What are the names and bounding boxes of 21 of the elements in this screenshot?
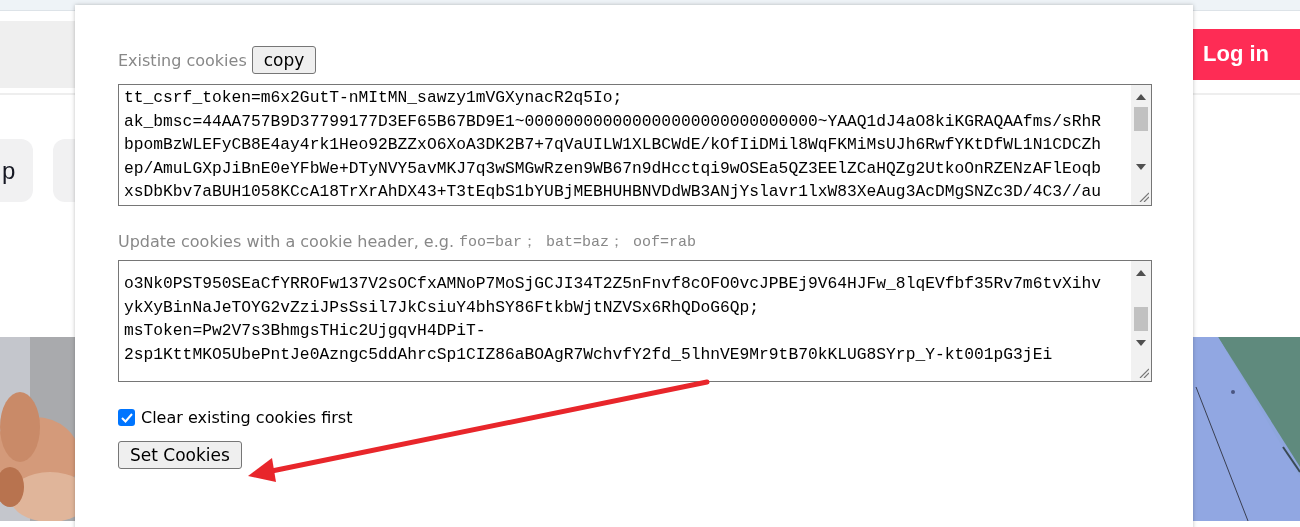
- scroll-down-icon[interactable]: [1136, 164, 1146, 170]
- scrollbar[interactable]: [1131, 261, 1151, 381]
- checkbox[interactable]: [118, 409, 135, 426]
- scroll-down-icon[interactable]: [1136, 340, 1146, 346]
- copy-button[interactable]: copy: [251, 46, 317, 74]
- resize-grip-icon[interactable]: [1139, 192, 1149, 202]
- existing-cookies-field[interactable]: tt_csrf_token=m6x2GutT-nMItMN_sawzy1mVGXynacR2q5Io; ak_bmsc=44AA757B9D37799177D3EF65B67BD9E1~000000000000000000000000000000~YAAQ1dJ4aO8kiKGRAQAAfms/sRhR bpomBzWLEFyCB8E4ay4rk1Heo92BZZxO6XoA3DK2B7+7qVaUILW1XLBCWdE/kOfIiDMil8WqFKMiMsUJh6RwfYKtDfWL1N1CDCZh ep/AmuLGXpJiBnE0eYFbWe+DTyNVY5avMKJ7q3wSMGwRzen9WB67n9dHcctqi9wOSEa5QZ3EElZCaHQZg2UtkoOnRZENzAFlEoqb xsDbKbv7aBUH1058KCcA18TrXrAhDX43+T3tEqbS1bYUBjMEBHUHBNVDdWB3ANjYslavr1lxW83XeAug3AcDMgSNZc3D/4C3//au: [118, 84, 1152, 206]
- login-button[interactable]: Log in: [1193, 28, 1300, 80]
- existing-cookies-label: Existing cookies: [118, 50, 247, 70]
- scroll-thumb[interactable]: [1134, 307, 1148, 331]
- set-cookies-button[interactable]: Set Cookies: [118, 441, 242, 469]
- scrollbar[interactable]: [1131, 85, 1151, 205]
- example-text: foo=bar； bat=baz； oof=rab: [459, 233, 697, 251]
- category-chip[interactable]: p: [0, 139, 33, 202]
- checkbox-label: Clear existing cookies first: [141, 408, 353, 427]
- scroll-thumb[interactable]: [1134, 107, 1148, 131]
- update-cookies-field[interactable]: o3Nk0PST950SEaCfYRROFw137V2sOCfxAMNoP7MoSjGCJI34T2Z5nFnvf8cOFO0vcJPBEj9V64HJFw_8lqEVfbf35Rv7m6tvXihv ykXyBinNaJeTOYG2vZziJPsSsil7JkCsiuY4bhSY86FtkbWjtNZVSx6RhQDoG6Qp; msToken=Pw2V7s3BhmgsTHic2UjgqvH4DPiT- 2sp1KttMKO5UbePntJe0Azngc5ddAhrcSp1CIZ86aBOAgR7WchvfY2fd_5lhnVE9Mr9tB70kKLUG8SYrp_Y-kt001pG3jEi: [118, 260, 1152, 382]
- scroll-up-icon[interactable]: [1136, 270, 1146, 276]
- scroll-up-icon[interactable]: [1136, 94, 1146, 100]
- update-cookies-label: Update cookies with a cookie header, e.g.: [118, 232, 455, 251]
- resize-grip-icon[interactable]: [1139, 368, 1149, 378]
